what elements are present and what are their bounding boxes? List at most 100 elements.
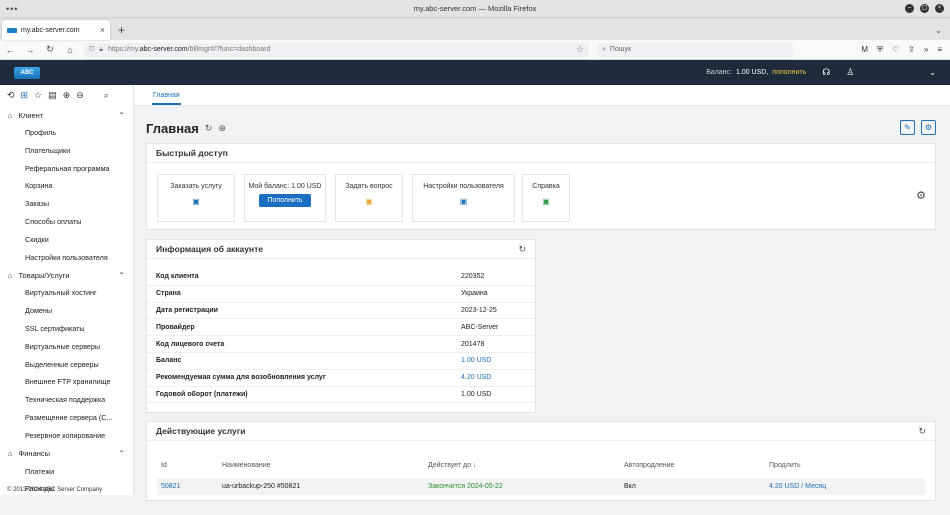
sidebar-item[interactable]: Корзина: [0, 177, 133, 195]
globe-icon[interactable]: ⊕: [218, 123, 226, 134]
forward-icon[interactable]: →: [24, 45, 36, 55]
sidebar-item[interactable]: Виртуальный хостинг: [0, 284, 133, 302]
info-key: Код лицевого счета: [156, 340, 225, 348]
sidebar-item[interactable]: Выделенные серверы: [0, 356, 133, 374]
edit-icon[interactable]: ✎: [900, 120, 915, 135]
catalog-icon[interactable]: ▤: [48, 90, 57, 101]
overflow-icon[interactable]: »: [924, 45, 928, 55]
chevron-up-icon[interactable]: ⌃: [118, 449, 125, 458]
service-name: ua-urbackup-250 #50821: [222, 483, 301, 490]
tree-icon[interactable]: ⊞: [21, 90, 29, 101]
sidebar-item[interactable]: Платежи: [0, 463, 133, 481]
share-icon[interactable]: ⇪: [908, 45, 915, 55]
sidebar-item[interactable]: SSL сертификаты: [0, 320, 133, 338]
col-autorenew[interactable]: Автопродление: [624, 462, 769, 469]
sidebar-group-1[interactable]: ⌂ Товары/Услуги ⌃: [0, 266, 133, 284]
sidebar-item[interactable]: Реферальная программа: [0, 160, 133, 178]
settings-icon[interactable]: ⚙: [921, 120, 936, 135]
chevron-up-icon[interactable]: ⌃: [118, 271, 125, 280]
pocket-icon[interactable]: ♡: [892, 45, 899, 55]
tab-close-icon[interactable]: ×: [100, 25, 105, 35]
info-row: Баланс 1.00 USD: [147, 353, 535, 370]
app-menu-icon[interactable]: ≡: [937, 45, 942, 55]
back-icon[interactable]: ←: [4, 45, 16, 55]
info-value[interactable]: 4.20 USD: [461, 374, 491, 381]
sidebar-item[interactable]: Плательщики: [0, 142, 133, 160]
info-value: 201478: [461, 340, 485, 348]
bookmark-star-icon[interactable]: ☆: [576, 44, 584, 55]
service-renew-link[interactable]: 4.20 USD / Месяц: [769, 483, 889, 490]
chevron-up-icon[interactable]: ⌃: [118, 111, 125, 120]
sidebar-group-0[interactable]: ⌂ Клиент ⌃: [0, 106, 133, 124]
home-icon[interactable]: ⌂: [64, 45, 76, 55]
sidebar-search-icon[interactable]: ⌕: [104, 90, 109, 101]
new-tab-icon[interactable]: +: [110, 23, 133, 40]
info-value[interactable]: 1.00 USD: [461, 357, 491, 364]
refresh-icon[interactable]: ↻: [205, 123, 213, 134]
window-titlebar: ••• my.abc-server.com — Mozilla Firefox …: [0, 0, 950, 18]
reload-icon[interactable]: ↻: [44, 44, 56, 55]
maximize-icon[interactable]: ▢: [920, 4, 929, 13]
sidebar: ⟲ ⊞ ☆ ▤ ⊕ ⊖ ⌕ ⌂ Клиент ⌃ Профиль Плательщики…: [0, 85, 134, 495]
minimize-icon[interactable]: –: [905, 4, 914, 13]
brand-logo[interactable]: ABC: [14, 66, 40, 79]
service-until: Закончится 2024-05-22: [428, 483, 503, 490]
quick-access-settings-icon[interactable]: ⚙: [916, 189, 926, 202]
settings-card-icon: ▣: [459, 197, 468, 206]
search-placeholder: Пошук: [609, 46, 632, 53]
tab-main[interactable]: Главная: [152, 92, 181, 105]
support-icon[interactable]: ☊: [822, 67, 830, 78]
sidebar-item[interactable]: Резервное копирование: [0, 427, 133, 445]
topup-link[interactable]: пополнить: [772, 69, 806, 76]
nav-toolbar: ← → ↻ ⌂ ⛉ 🔒︎ https://my.abc-server.com/b…: [0, 40, 950, 60]
sidebar-item[interactable]: Способы оплаты: [0, 213, 133, 231]
quick-tile[interactable]: Справка ▣: [522, 174, 570, 222]
active-services-card: Действующие услуги ↻ Id Наименование Дейс…: [146, 421, 936, 501]
sidebar-item[interactable]: Настройки пользователя: [0, 249, 133, 267]
sidebar-item[interactable]: Профиль: [0, 124, 133, 142]
mail-icon[interactable]: M: [861, 45, 868, 55]
close-icon[interactable]: ×: [935, 4, 944, 13]
col-name[interactable]: Наименование: [222, 462, 428, 469]
quick-tile[interactable]: Настройки пользователя ▣: [412, 174, 515, 222]
header-chevron-icon[interactable]: ⌄: [929, 68, 936, 77]
sidebar-item[interactable]: Заказы: [0, 195, 133, 213]
account-refresh-icon[interactable]: ↻: [518, 244, 526, 255]
expand-all-icon[interactable]: ⊕: [63, 90, 71, 101]
info-value: Украина: [461, 290, 488, 298]
collapse-all-icon[interactable]: ⊖: [76, 90, 84, 101]
sidebar-item[interactable]: Скидки: [0, 231, 133, 249]
sidebar-item[interactable]: Размещение сервера (С...: [0, 409, 133, 427]
info-row: Провайдер ABC-Server: [147, 319, 535, 337]
quick-tile[interactable]: Мой баланс: 1.00 USD Пополнить: [244, 174, 326, 222]
back-arrow-icon[interactable]: ⟲: [7, 90, 15, 101]
url-bar[interactable]: ⛉ 🔒︎ https://my.abc-server.com/billmgr#/…: [84, 42, 589, 57]
services-refresh-icon[interactable]: ↻: [918, 426, 926, 437]
search-bar[interactable]: ⌕ Пошук: [597, 42, 793, 57]
service-id[interactable]: 50821: [161, 483, 222, 490]
info-key: Дата регистрации: [156, 306, 218, 314]
col-renew[interactable]: Продлить: [769, 462, 889, 469]
window-menu-icon[interactable]: •••: [6, 4, 18, 14]
browser-tab[interactable]: my.abc-server.com ×: [2, 20, 110, 40]
sidebar-item[interactable]: Внешнее FTP хранилище: [0, 373, 133, 391]
info-row: Рекомендуемая сумма для возобновления ус…: [147, 370, 535, 387]
quick-tile[interactable]: Задать вопрос ▣: [335, 174, 403, 222]
extension-icon[interactable]: ⛨: [877, 45, 883, 55]
sidebar-item[interactable]: Домены: [0, 302, 133, 320]
quick-tile-label: Мой баланс: 1.00 USD: [248, 183, 322, 190]
table-row[interactable]: 50821 ua-urbackup-250 #50821 Закончится …: [157, 478, 925, 495]
tab-list-chevron-icon[interactable]: ⌄: [927, 26, 950, 40]
col-until[interactable]: Действует до ↓: [428, 462, 624, 469]
balance-value: 1.00 USD,: [735, 69, 769, 76]
sidebar-group-2[interactable]: ⌂ Финансы ⌃: [0, 445, 133, 463]
favicon-icon: [7, 27, 17, 33]
col-id[interactable]: Id: [161, 462, 222, 469]
favorite-icon[interactable]: ☆: [34, 90, 42, 101]
quick-tile[interactable]: Заказать услугу ▣: [157, 174, 235, 222]
quick-tile-label: Настройки пользователя: [423, 183, 504, 190]
topup-button[interactable]: Пополнить: [259, 194, 311, 207]
user-icon[interactable]: ♙: [846, 67, 854, 78]
sidebar-item[interactable]: Техническая поддержка: [0, 391, 133, 409]
sidebar-item[interactable]: Виртуальные серверы: [0, 338, 133, 356]
